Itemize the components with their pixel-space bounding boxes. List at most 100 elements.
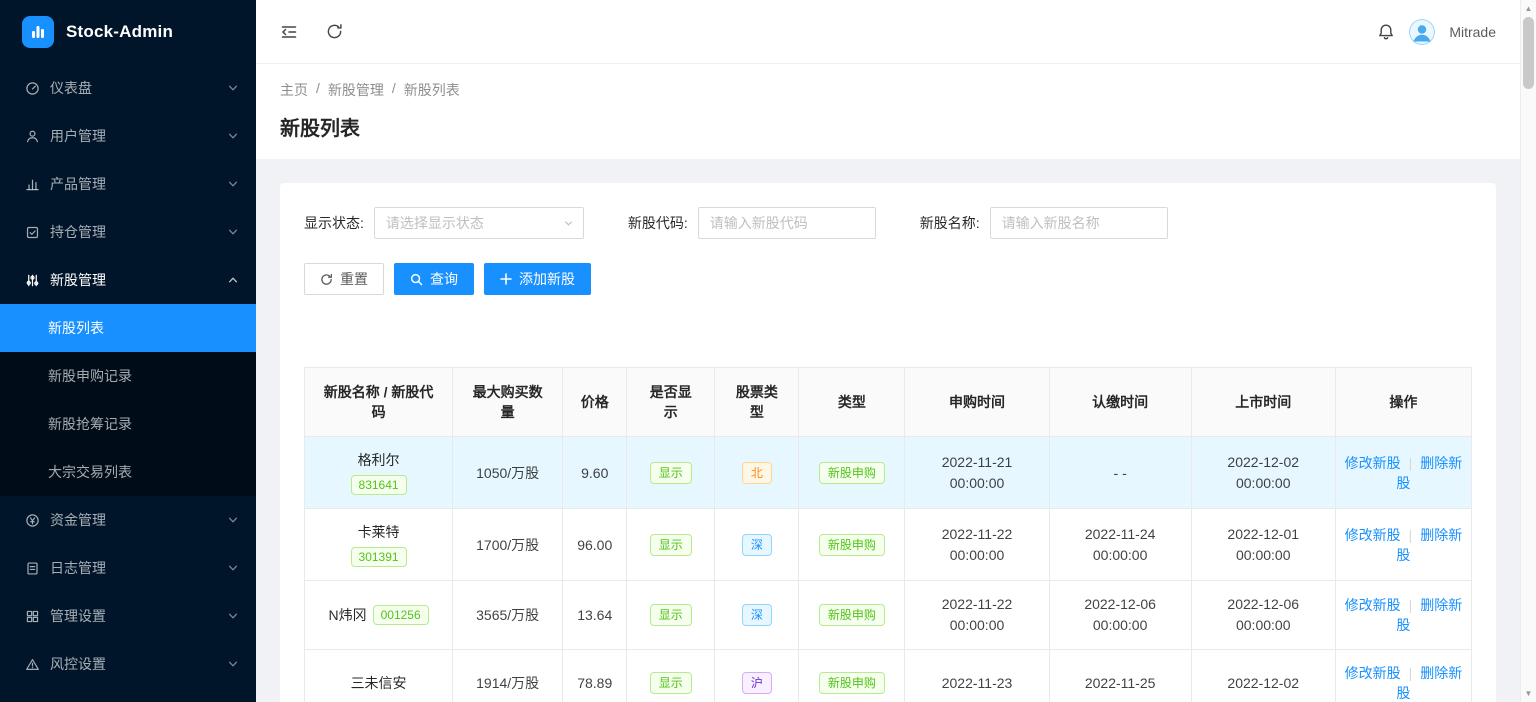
search-icon [410,273,423,286]
app-logo[interactable]: Stock-Admin [0,0,256,64]
search-button[interactable]: 查询 [394,263,474,295]
visible-cell: 显示 [627,437,715,509]
link-divider: | [1409,527,1413,543]
sidebar-item-label: 管理设置 [50,606,228,626]
refresh-icon[interactable] [326,23,343,40]
time-line: 2022-11-21 [913,452,1040,473]
stock-name-cell: 格利尔831641 [305,437,453,509]
search-button-label: 查询 [430,269,458,289]
breadcrumb-parent[interactable]: 新股管理 [328,80,384,100]
edit-stock-link[interactable]: 修改新股 [1345,455,1401,471]
visible-tag: 显示 [650,534,692,556]
chevron-down-icon [228,659,238,669]
filter-row: 显示状态: 新股代码: 新股名称: [304,207,1472,239]
column-header: 申购时间 [905,368,1049,437]
avatar[interactable] [1409,19,1435,45]
stock-name-cell: 卡莱特301391 [305,509,453,581]
edit-stock-link[interactable]: 修改新股 [1345,665,1401,681]
delete-stock-link[interactable]: 删除新股 [1396,597,1462,633]
edit-stock-link[interactable]: 修改新股 [1345,527,1401,543]
button-row: 重置 查询 添加新股 [304,263,1472,295]
time-line: 00:00:00 [1058,545,1183,566]
stock-code-badge: 301391 [351,547,407,567]
app-root: Stock-Admin 仪表盘用户管理产品管理持仓管理新股管理新股列表新股申购记… [0,0,1536,702]
column-header: 新股名称 / 新股代码 [305,368,453,437]
sidebar-subitem[interactable]: 新股列表 [0,304,256,352]
type-tag: 新股申购 [819,462,885,484]
sidebar-item-risk[interactable]: 风控设置 [0,640,256,688]
newstock-icon [24,272,40,288]
bell-icon[interactable] [1377,23,1395,41]
stock-code-badge: 831641 [351,475,407,495]
max-buy-cell: 1700/万股 [453,509,563,581]
status-filter-label: 显示状态: [304,213,364,233]
price-cell: 78.89 [563,650,627,702]
sidebar-item-label: 资金管理 [50,510,228,530]
pay-time-cell: - - [1049,437,1191,509]
breadcrumb-current: 新股列表 [404,80,460,100]
market-cell: 深 [715,509,799,581]
sidebar-subitem[interactable]: 新股抢筹记录 [0,400,256,448]
sidebar-item-money[interactable]: 资金管理 [0,496,256,544]
page-title: 新股列表 [280,112,1496,141]
main-area: Mitrade 主页 / 新股管理 / 新股列表 新股列表 显示状态: [256,0,1520,702]
visible-tag: 显示 [650,672,692,694]
edit-stock-link[interactable]: 修改新股 [1345,597,1401,613]
action-cell: 修改新股|删除新股 [1335,581,1471,650]
market-tag: 北 [742,462,772,484]
sidebar-item-log[interactable]: 日志管理 [0,544,256,592]
market-tag: 深 [742,534,772,556]
delete-stock-link[interactable]: 删除新股 [1396,455,1462,491]
scrollbar[interactable]: ▲ ▼ [1520,0,1536,702]
name-filter-label: 新股名称: [920,213,980,233]
sidebar-item-newstock[interactable]: 新股管理 [0,256,256,304]
reset-icon [320,273,333,286]
table-row: 格利尔8316411050/万股9.60显示北新股申购2022-11-2100:… [305,437,1472,509]
user-icon [24,128,40,144]
scrollbar-thumb[interactable] [1523,17,1534,89]
status-select[interactable] [374,207,584,239]
column-header: 类型 [799,368,905,437]
dashboard-icon [24,80,40,96]
reset-button[interactable]: 重置 [304,263,384,295]
subscribe-time-cell: 2022-11-2100:00:00 [905,437,1049,509]
time-line: 2022-12-06 [1200,594,1327,615]
sidebar-subitem[interactable]: 新股申购记录 [0,352,256,400]
time-line: 2022-11-24 [1058,524,1183,545]
delete-stock-link[interactable]: 删除新股 [1396,527,1462,563]
scroll-down-arrow[interactable]: ▼ [1525,685,1533,702]
link-divider: | [1409,665,1413,681]
code-filter: 新股代码: [628,207,876,239]
sidebar-item-dashboard[interactable]: 仪表盘 [0,64,256,112]
time-line: 00:00:00 [913,473,1040,494]
sidebar-item-position[interactable]: 持仓管理 [0,208,256,256]
max-buy-cell: 1914/万股 [453,650,563,702]
scroll-up-arrow[interactable]: ▲ [1525,0,1533,17]
visible-tag: 显示 [650,604,692,626]
stock-name-input[interactable] [990,207,1168,239]
list-time-cell: 2022-12-0100:00:00 [1191,509,1335,581]
stock-code-badge: 001256 [373,605,429,625]
sidebar-subitem[interactable]: 大宗交易列表 [0,448,256,496]
sidebar-item-label: 用户管理 [50,126,228,146]
sidebar-item-user[interactable]: 用户管理 [0,112,256,160]
sidebar-item-label: 仪表盘 [50,78,228,98]
column-header: 是否显示 [627,368,715,437]
sidebar-item-product[interactable]: 产品管理 [0,160,256,208]
stock-code-input[interactable] [698,207,876,239]
market-cell: 深 [715,581,799,650]
product-icon [24,176,40,192]
visible-cell: 显示 [627,581,715,650]
visible-tag: 显示 [650,462,692,484]
risk-icon [24,656,40,672]
breadcrumb-home[interactable]: 主页 [280,80,308,100]
username[interactable]: Mitrade [1449,24,1496,40]
delete-stock-link[interactable]: 删除新股 [1396,665,1462,701]
subscribe-time-cell: 2022-11-2200:00:00 [905,509,1049,581]
sidebar-item-label: 日志管理 [50,558,228,578]
type-cell: 新股申购 [799,581,905,650]
sidebar-item-settings[interactable]: 管理设置 [0,592,256,640]
add-stock-button[interactable]: 添加新股 [484,263,591,295]
menu-fold-icon[interactable] [280,23,298,41]
table-body: 格利尔8316411050/万股9.60显示北新股申购2022-11-2100:… [305,437,1472,702]
